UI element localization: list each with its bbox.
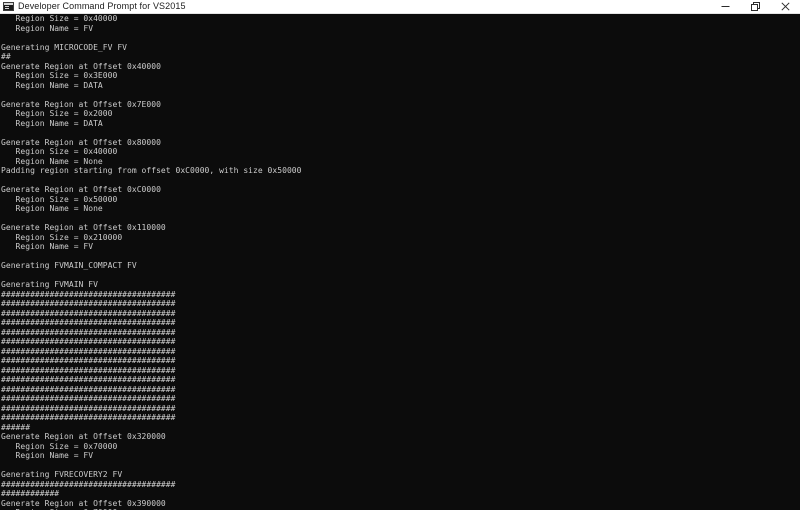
terminal-output-area[interactable]: Region Size = 0x40000 Region Name = FV G… xyxy=(0,14,800,510)
window-title: Developer Command Prompt for VS2015 xyxy=(18,1,186,11)
close-button[interactable] xyxy=(770,0,800,13)
restore-button[interactable] xyxy=(740,0,770,13)
window-controls xyxy=(710,0,800,13)
titlebar[interactable]: Developer Command Prompt for VS2015 xyxy=(0,0,800,14)
console-window-icon xyxy=(3,2,14,11)
command-prompt-window: Developer Command Prompt for VS2015 Regi… xyxy=(0,0,800,510)
terminal-output-text: Region Size = 0x40000 Region Name = FV G… xyxy=(1,14,302,510)
minimize-button[interactable] xyxy=(710,0,740,13)
